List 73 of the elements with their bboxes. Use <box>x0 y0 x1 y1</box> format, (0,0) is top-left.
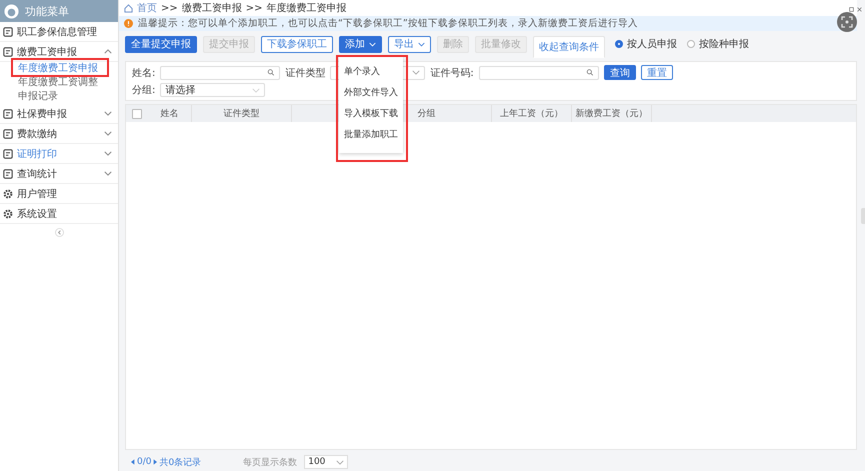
breadcrumb-item: 缴费工资申报 <box>182 2 242 15</box>
menu-item[interactable]: 外部文件导入 <box>339 82 403 102</box>
column-header: 证件类型 <box>192 105 292 122</box>
info-icon <box>124 19 133 28</box>
submenu-item[interactable]: 年度缴费工资调整 <box>0 76 98 90</box>
submit-all-button[interactable]: 全量提交申报 <box>125 36 197 52</box>
chevron-icon <box>104 171 112 176</box>
document-icon <box>3 108 13 118</box>
sidebar-item[interactable]: 证明打印 <box>0 144 118 164</box>
sidebar-item[interactable]: 社保费申报 <box>0 104 118 124</box>
sidebar-item[interactable]: 用户管理 <box>0 184 118 204</box>
document-icon <box>3 46 13 56</box>
menu-item[interactable]: 单个录入 <box>339 60 403 82</box>
submenu-item[interactable]: 年度缴费工资申报 <box>0 62 98 76</box>
field-label: 证件类型 <box>285 66 326 80</box>
download-button[interactable]: 下载参保职工 <box>261 36 333 52</box>
document-icon <box>3 26 13 36</box>
chevron-icon <box>104 111 112 116</box>
fullscreen-icon[interactable] <box>837 12 857 32</box>
document-icon <box>3 148 13 158</box>
menu-title: 功能菜单 <box>25 4 69 18</box>
chevron-icon <box>252 86 260 94</box>
caret-icon <box>369 42 376 46</box>
field-label: 证件号码: <box>430 66 474 80</box>
collapse-icon[interactable] <box>54 228 64 237</box>
group-select[interactable]: 请选择 <box>160 83 266 97</box>
reset-button[interactable]: 重置 <box>640 65 673 80</box>
id-number-field[interactable] <box>478 66 599 80</box>
field-label: 分组: <box>132 84 156 97</box>
radio-option[interactable]: 按险种申报 <box>687 37 749 51</box>
logo-icon <box>4 4 19 18</box>
restore-icon[interactable] <box>849 7 854 12</box>
breadcrumb-item: 年度缴费工资申报 <box>266 2 347 15</box>
dropdown-button[interactable]: 添加 <box>339 36 382 52</box>
search-button[interactable]: 查询 <box>604 65 636 80</box>
document-icon <box>3 128 13 138</box>
next-icon[interactable] <box>153 459 158 465</box>
breadcrumb-separator: >> <box>246 2 263 14</box>
document-icon <box>3 168 13 178</box>
sidebar-item[interactable]: 查询统计 <box>0 164 118 184</box>
home-icon <box>124 4 133 12</box>
column-header: 上年工资（元） <box>492 105 572 122</box>
page-size-label: 每页显示条数 <box>243 456 298 468</box>
menu-item[interactable]: 批量添加职工 <box>339 124 403 144</box>
chevron-icon <box>104 131 112 136</box>
dropdown-button[interactable]: 导出 <box>388 36 431 52</box>
sidebar-item[interactable]: 系统设置 <box>0 204 118 224</box>
chevron-icon <box>336 458 344 466</box>
collapse-filters-tab[interactable]: 收起查询条件 <box>533 36 605 58</box>
field-label: 姓名: <box>132 66 156 80</box>
record-count: 共0条记录 <box>159 456 202 468</box>
page-indicator: 0/0 <box>137 457 152 467</box>
caret-icon <box>418 42 425 46</box>
breadcrumb-separator: >> <box>161 2 178 14</box>
search-icon <box>267 69 276 76</box>
search-icon <box>586 69 594 76</box>
submenu-item[interactable]: 申报记录 <box>0 90 58 104</box>
sidebar-item[interactable]: 费款缴纳 <box>0 124 118 144</box>
column-header: 新缴费工资（元） <box>572 105 652 122</box>
checkbox[interactable] <box>132 108 142 118</box>
menu-item[interactable]: 导入模板下载 <box>339 102 403 124</box>
sidebar-item[interactable]: 职工参保信息管理 <box>0 22 118 42</box>
radio-option[interactable]: 按人员申报 <box>615 37 677 51</box>
notice-text: 温馨提示：您可以单个添加职工，也可以点击“下载参保职工”按钮下载参保职工列表，录入新缴费工资后进行导入 <box>138 17 638 30</box>
sidebar-item[interactable]: 缴费工资申报 <box>0 42 118 62</box>
previous-icon[interactable] <box>131 459 135 465</box>
chevron-icon <box>412 69 420 76</box>
close-icon[interactable] <box>857 7 862 12</box>
column-header: 姓名 <box>148 105 192 122</box>
chevron-icon <box>104 151 112 156</box>
chevron-icon <box>104 49 112 54</box>
name-field[interactable] <box>160 66 280 80</box>
page-size-select[interactable]: 100 <box>304 455 348 469</box>
